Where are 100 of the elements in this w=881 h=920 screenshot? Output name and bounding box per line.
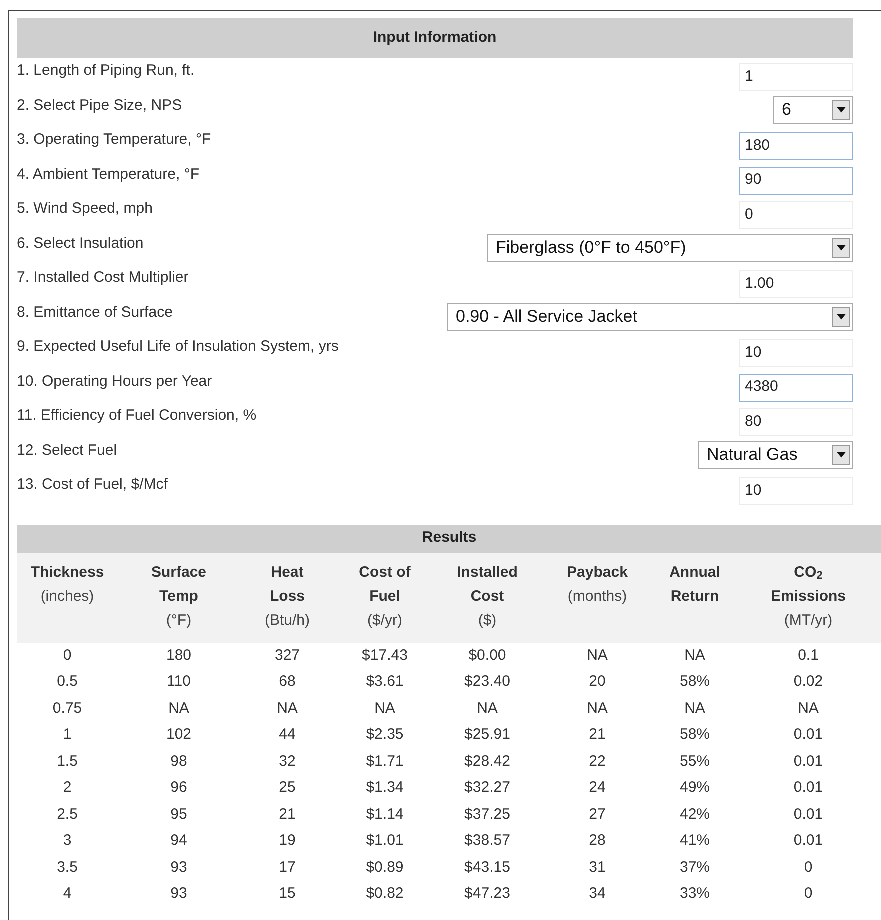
table-cell: 2 [63, 779, 72, 796]
table-cell: 98 [170, 752, 188, 770]
table-cell: 0.01 [794, 726, 824, 743]
table-cell: 28 [589, 832, 606, 849]
dropdown[interactable]: Fiberglass (0°F to 450°F) [487, 234, 853, 262]
table-cell: $0.82 [366, 885, 404, 902]
table-cell: 68 [279, 673, 296, 690]
field-label: 5. Wind Speed, mph [17, 199, 153, 219]
field-label: 11. Efficiency of Fuel Conversion, % [17, 406, 257, 426]
table-cell: 58% [680, 726, 710, 743]
table-cell: 0.01 [794, 752, 824, 770]
table-cell: NA [798, 700, 819, 716]
column-header: Thickness [30, 562, 106, 582]
table-cell: $3.61 [366, 673, 404, 690]
input-field[interactable]: 0 [739, 201, 853, 229]
table-cell: 19 [279, 832, 296, 849]
table-cell: 42% [680, 806, 710, 822]
table-cell: NA [277, 700, 298, 716]
field-label: 12. Select Fuel [17, 440, 118, 460]
dropdown[interactable]: 6 [773, 96, 853, 124]
section-header: Results [17, 524, 881, 552]
table-cell: 24 [589, 779, 606, 796]
table-cell: $25.91 [464, 726, 510, 743]
field-label: 10. Operating Hours per Year [17, 372, 212, 392]
table-cell: $23.40 [464, 673, 510, 690]
table-cell: NA [684, 646, 706, 664]
dropdown[interactable]: 0.90 - All Service Jacket [447, 302, 853, 330]
table-cell: $1.14 [366, 806, 404, 822]
input-field[interactable]: 4380 [739, 374, 853, 402]
table-cell: 25 [279, 779, 296, 796]
column-header: Installed Cost [456, 562, 519, 606]
table-cell: 55% [680, 752, 710, 770]
input-field[interactable]: 180 [739, 132, 853, 160]
table-cell: 21 [589, 726, 606, 743]
input-field[interactable]: 1 [739, 63, 853, 91]
input-field[interactable]: 10 [739, 339, 853, 367]
table-cell: 0.02 [794, 673, 824, 690]
field-label: 8. Emittance of Surface [17, 302, 173, 322]
table-cell: 0.01 [794, 806, 824, 822]
table-cell: $0.00 [468, 646, 506, 664]
field-label: 9. Expected Useful Life of Insulation System, yrs [17, 337, 339, 357]
column-header: Payback [566, 562, 629, 582]
table-cell: $37.25 [464, 806, 510, 822]
column-header: Surface Temp [150, 562, 208, 606]
table-cell: 31 [589, 858, 606, 876]
unit-label: (inches) [40, 586, 96, 606]
field-label: 6. Select Insulation [17, 234, 144, 254]
table-cell: $47.23 [464, 885, 510, 902]
column-header: Heat Loss [268, 562, 306, 606]
table-cell: NA [587, 646, 608, 664]
table-cell: $32.27 [464, 779, 510, 796]
table-cell: 17 [279, 858, 296, 876]
column-header: Annual Return [668, 562, 722, 606]
table-cell: $28.42 [464, 752, 510, 770]
table-cell: $38.57 [464, 832, 510, 849]
unit-label: (MT/yr) [783, 610, 834, 630]
table-cell: 32 [279, 752, 296, 770]
table-cell: 96 [170, 779, 188, 796]
field-label: 13. Cost of Fuel, $/Mcf [17, 475, 168, 495]
input-field[interactable]: 1.00 [739, 270, 853, 298]
column-header: CO$_{2}$ Emissions [770, 562, 848, 606]
unit-label: (months) [566, 586, 628, 606]
table-cell: 102 [166, 726, 192, 743]
unit-label: ($) [477, 610, 498, 630]
table-cell: 34 [589, 885, 606, 902]
dropdown[interactable]: Natural Gas [698, 440, 853, 468]
unit-label: ($/yr) [366, 610, 404, 630]
table-cell: 49% [680, 779, 710, 796]
field-label: 7. Installed Cost Multiplier [17, 268, 189, 288]
table-cell: 1.5 [57, 752, 78, 770]
field-label: 2. Select Pipe Size, NPS [17, 96, 182, 116]
table-cell: 0.1 [798, 646, 819, 664]
table-cell: 0.01 [794, 832, 824, 849]
table-cell: 21 [279, 806, 296, 822]
table-cell: 58% [680, 673, 710, 690]
table-cell: NA [168, 700, 190, 716]
table-cell: $1.34 [366, 779, 404, 796]
table-cell: 110 [167, 673, 191, 690]
field-label: 3. Operating Temperature, °F [17, 130, 212, 150]
section-header: Input Information [17, 18, 853, 58]
table-cell: 0 [63, 646, 72, 664]
table-cell: 0 [804, 858, 813, 876]
table-cell: 27 [589, 806, 606, 822]
table-cell: $17.43 [362, 646, 408, 664]
table-cell: 93 [170, 858, 188, 876]
input-field[interactable]: 90 [739, 166, 853, 194]
table-cell: 33% [680, 885, 710, 902]
unit-label: (°F) [165, 610, 193, 630]
field-label: 4. Ambient Temperature, °F [17, 164, 200, 184]
table-cell: 15 [279, 885, 296, 902]
table-cell: 95 [170, 806, 188, 822]
table-cell: 93 [170, 885, 188, 902]
table-cell: NA [587, 700, 608, 716]
table-cell: $1.01 [366, 832, 404, 849]
table-cell: $0.89 [366, 858, 404, 876]
input-field[interactable]: 80 [739, 408, 853, 436]
table-cell: 0.01 [794, 779, 824, 796]
table-cell: 44 [279, 726, 296, 743]
table-cell: $2.35 [366, 726, 404, 743]
input-field[interactable]: 10 [739, 477, 853, 505]
